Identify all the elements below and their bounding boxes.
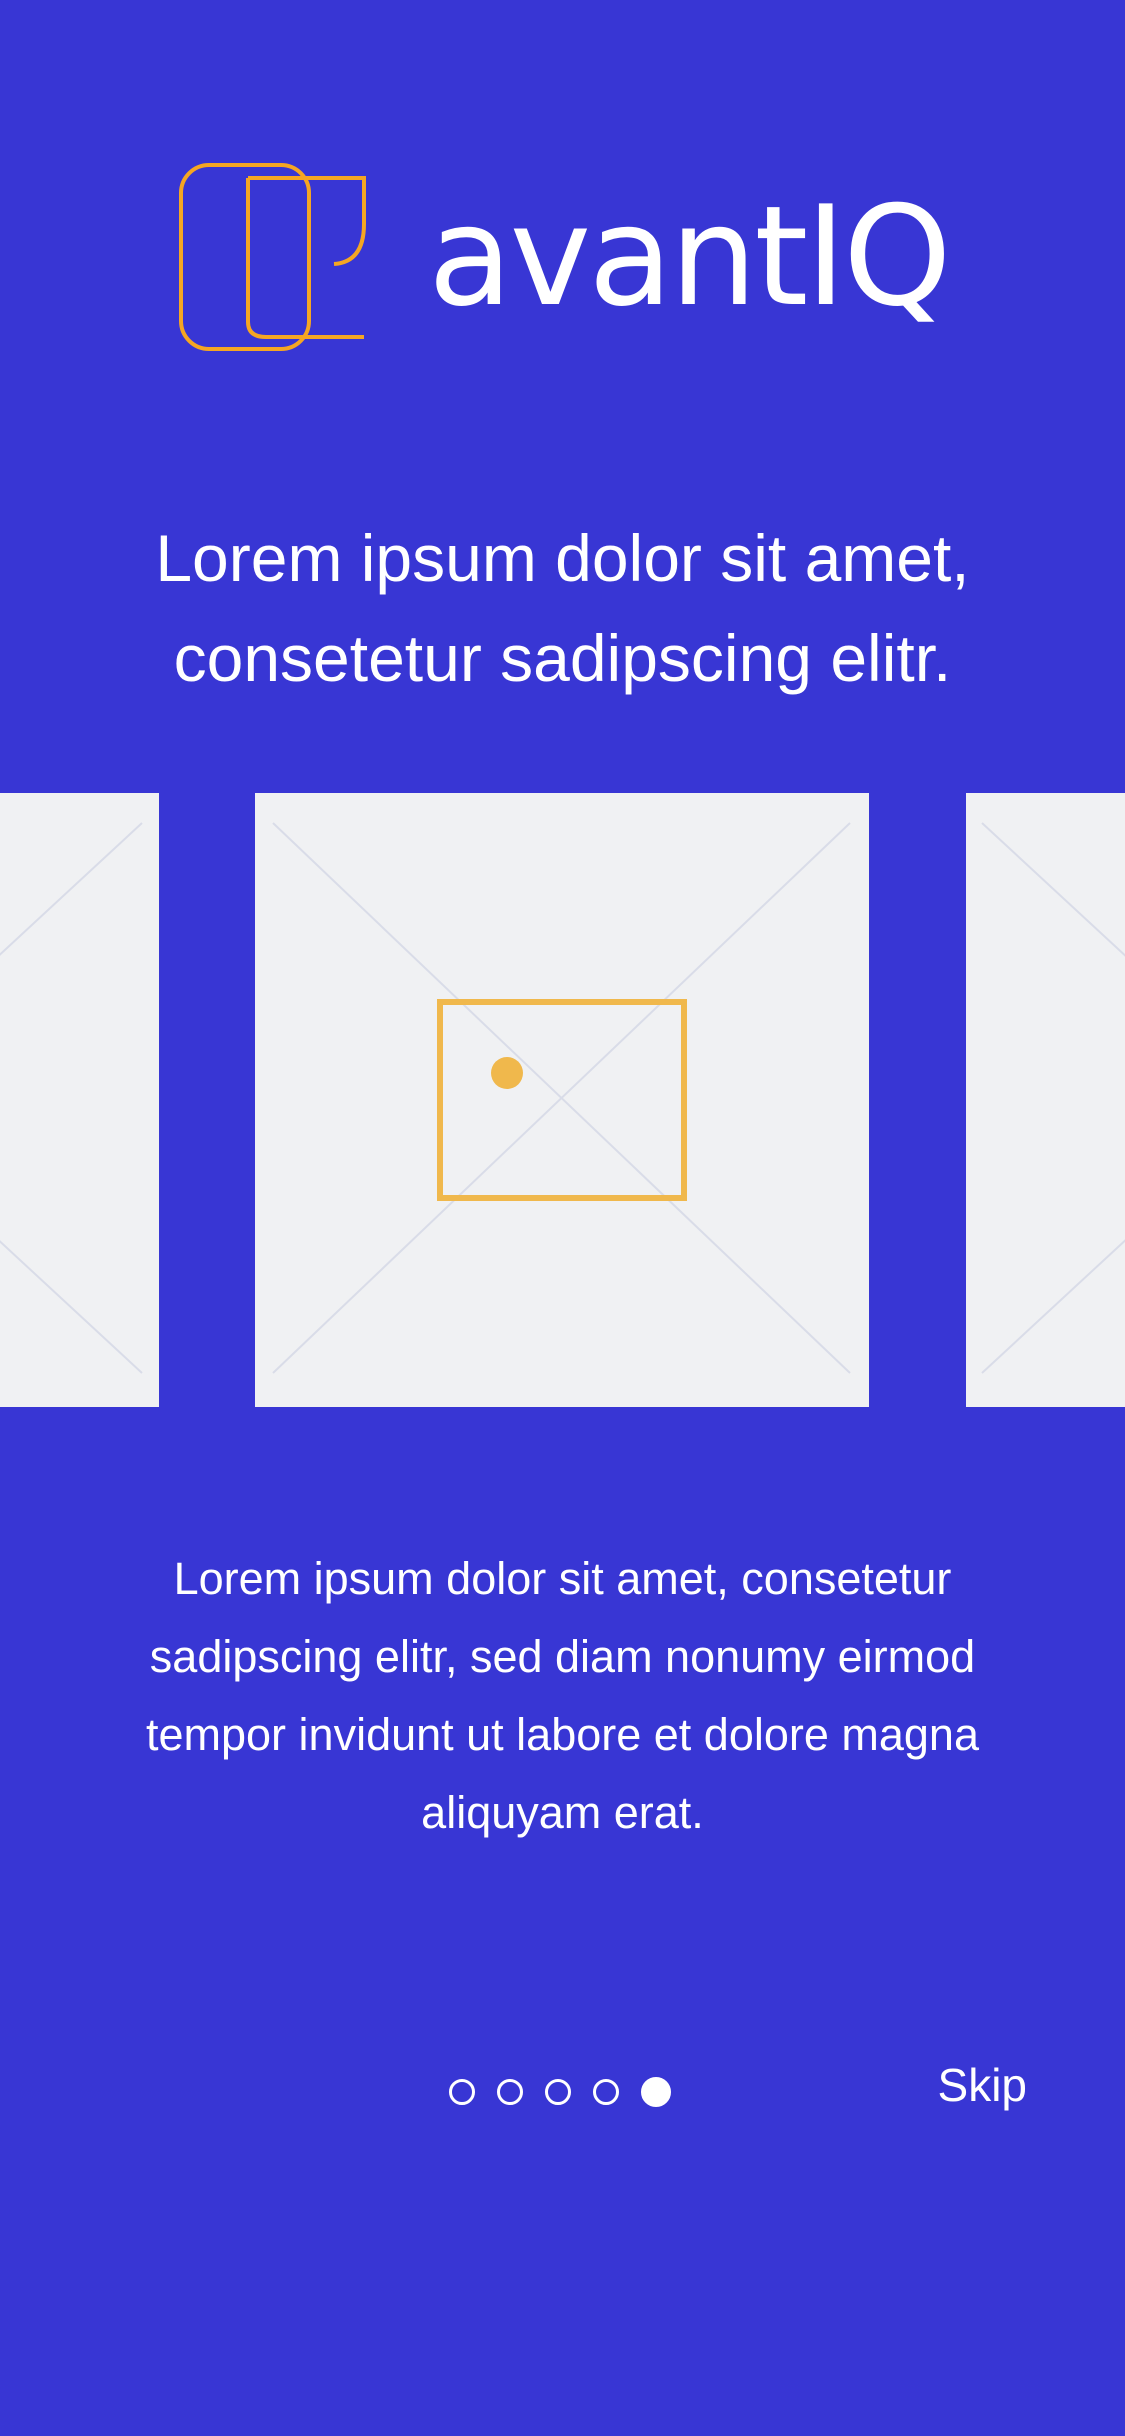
brand-name: avantIQ: [428, 176, 952, 337]
avantiq-logo-icon: [179, 163, 366, 351]
placeholder-cross-lines: [0, 822, 143, 1374]
image-carousel[interactable]: [0, 793, 1125, 1407]
carousel-slide-previous[interactable]: [0, 793, 159, 1407]
onboarding-headline: Lorem ipsum dolor sit amet, consetetur s…: [155, 521, 970, 695]
page-indicator: [449, 2075, 671, 2109]
carousel-slide-next[interactable]: [966, 793, 1125, 1407]
page-dot-4[interactable]: [593, 2079, 619, 2105]
page-dot-5-active[interactable]: [641, 2077, 671, 2107]
placeholder-cross-lines: [981, 822, 1125, 1374]
skip-button[interactable]: Skip: [938, 2055, 1027, 2115]
onboarding-description: Lorem ipsum dolor sit amet, consetetur s…: [145, 1553, 979, 1838]
page-dot-2[interactable]: [497, 2079, 523, 2105]
page-dot-1[interactable]: [449, 2079, 475, 2105]
page-dot-3[interactable]: [545, 2079, 571, 2105]
image-placeholder-icon: [272, 822, 851, 1374]
carousel-slide-current[interactable]: [255, 793, 869, 1407]
brand-logo: avantIQ: [178, 162, 952, 352]
